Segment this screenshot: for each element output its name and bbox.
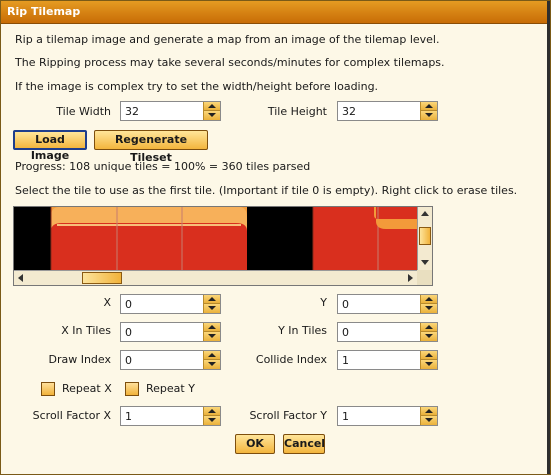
y-value[interactable]: 0 [342, 298, 349, 311]
x-in-tiles-value[interactable]: 0 [125, 326, 132, 339]
progress-text: Progress: 108 unique tiles = 100% = 360 … [15, 160, 311, 173]
draw-index-stepper[interactable]: 0 [120, 350, 221, 370]
intro-line-1: Rip a tilemap image and generate a map f… [15, 33, 440, 46]
increment-icon[interactable] [421, 102, 437, 111]
decrement-icon[interactable] [204, 332, 220, 341]
increment-icon[interactable] [421, 323, 437, 332]
scroll-down-icon[interactable] [418, 256, 432, 270]
x-stepper[interactable]: 0 [120, 294, 221, 314]
increment-icon[interactable] [204, 323, 220, 332]
decrement-icon[interactable] [421, 304, 437, 313]
x-label: X [103, 296, 111, 309]
intro-line-2: The Ripping process may take several sec… [15, 56, 445, 69]
regenerate-tileset-button[interactable]: Regenerate Tileset [94, 130, 208, 164]
repeat-x-label: Repeat X [62, 382, 112, 395]
scroll-factor-y-stepper[interactable]: 1 [337, 406, 438, 426]
collide-index-value[interactable]: 1 [342, 354, 349, 367]
y-stepper[interactable]: 0 [337, 294, 438, 314]
increment-icon[interactable] [421, 295, 437, 304]
draw-index-value[interactable]: 0 [125, 354, 132, 367]
x-in-tiles-label: X In Tiles [61, 324, 111, 337]
scroll-factor-x-label: Scroll Factor X [32, 409, 111, 422]
decrement-icon[interactable] [421, 416, 437, 425]
y-in-tiles-value[interactable]: 0 [342, 326, 349, 339]
decrement-icon[interactable] [421, 360, 437, 369]
decrement-icon[interactable] [204, 416, 220, 425]
increment-icon[interactable] [204, 102, 220, 111]
tilemap-preview[interactable] [13, 206, 433, 286]
scroll-factor-x-value[interactable]: 1 [125, 410, 132, 423]
intro-line-3: If the image is complex try to set the w… [15, 80, 379, 93]
rip-tilemap-dialog: Rip Tilemap Rip a tilemap image and gene… [0, 0, 551, 475]
tile-height-label: Tile Height [267, 105, 327, 118]
repeat-y-checkbox[interactable] [125, 382, 139, 396]
tile-width-value[interactable]: 32 [125, 105, 139, 118]
select-tile-instructions: Select the tile to use as the first tile… [15, 184, 518, 197]
repeat-y-label: Repeat Y [146, 382, 195, 395]
load-image-button[interactable]: Load Image [13, 130, 87, 162]
window-title: Rip Tilemap [7, 5, 81, 18]
tile-width-stepper[interactable]: 32 [120, 101, 221, 121]
horizontal-scroll-thumb[interactable] [82, 272, 122, 284]
y-in-tiles-stepper[interactable]: 0 [337, 322, 438, 342]
horizontal-scrollbar[interactable] [14, 270, 418, 285]
draw-index-label: Draw Index [48, 353, 111, 366]
decrement-icon[interactable] [204, 360, 220, 369]
collide-index-stepper[interactable]: 1 [337, 350, 438, 370]
ok-button[interactable]: OK [235, 434, 275, 454]
scroll-corner [417, 270, 432, 285]
tile-width-label: Tile Width [56, 105, 111, 118]
scroll-factor-x-stepper[interactable]: 1 [120, 406, 221, 426]
decrement-icon[interactable] [421, 111, 437, 120]
increment-icon[interactable] [204, 295, 220, 304]
tile-height-value[interactable]: 32 [342, 105, 356, 118]
scroll-factor-y-value[interactable]: 1 [342, 410, 349, 423]
increment-icon[interactable] [204, 351, 220, 360]
increment-icon[interactable] [204, 407, 220, 416]
scroll-factor-y-label: Scroll Factor Y [249, 409, 327, 422]
y-in-tiles-label: Y In Tiles [278, 324, 327, 337]
repeat-x-checkbox[interactable] [41, 382, 55, 396]
tile-height-stepper[interactable]: 32 [337, 101, 438, 121]
tilemap-image[interactable] [14, 207, 418, 271]
decrement-icon[interactable] [204, 304, 220, 313]
cancel-button[interactable]: Cancel [283, 434, 325, 454]
y-label: Y [320, 296, 327, 309]
scroll-left-icon[interactable] [14, 271, 28, 285]
vertical-scrollbar[interactable] [417, 207, 432, 271]
x-in-tiles-stepper[interactable]: 0 [120, 322, 221, 342]
increment-icon[interactable] [421, 351, 437, 360]
title-bar[interactable]: Rip Tilemap [1, 1, 550, 24]
window-edge [547, 1, 550, 474]
vertical-scroll-thumb[interactable] [419, 227, 431, 245]
increment-icon[interactable] [421, 407, 437, 416]
scroll-right-icon[interactable] [403, 271, 417, 285]
decrement-icon[interactable] [421, 332, 437, 341]
scroll-up-icon[interactable] [418, 207, 432, 221]
x-value[interactable]: 0 [125, 298, 132, 311]
decrement-icon[interactable] [204, 111, 220, 120]
collide-index-label: Collide Index [255, 353, 327, 366]
